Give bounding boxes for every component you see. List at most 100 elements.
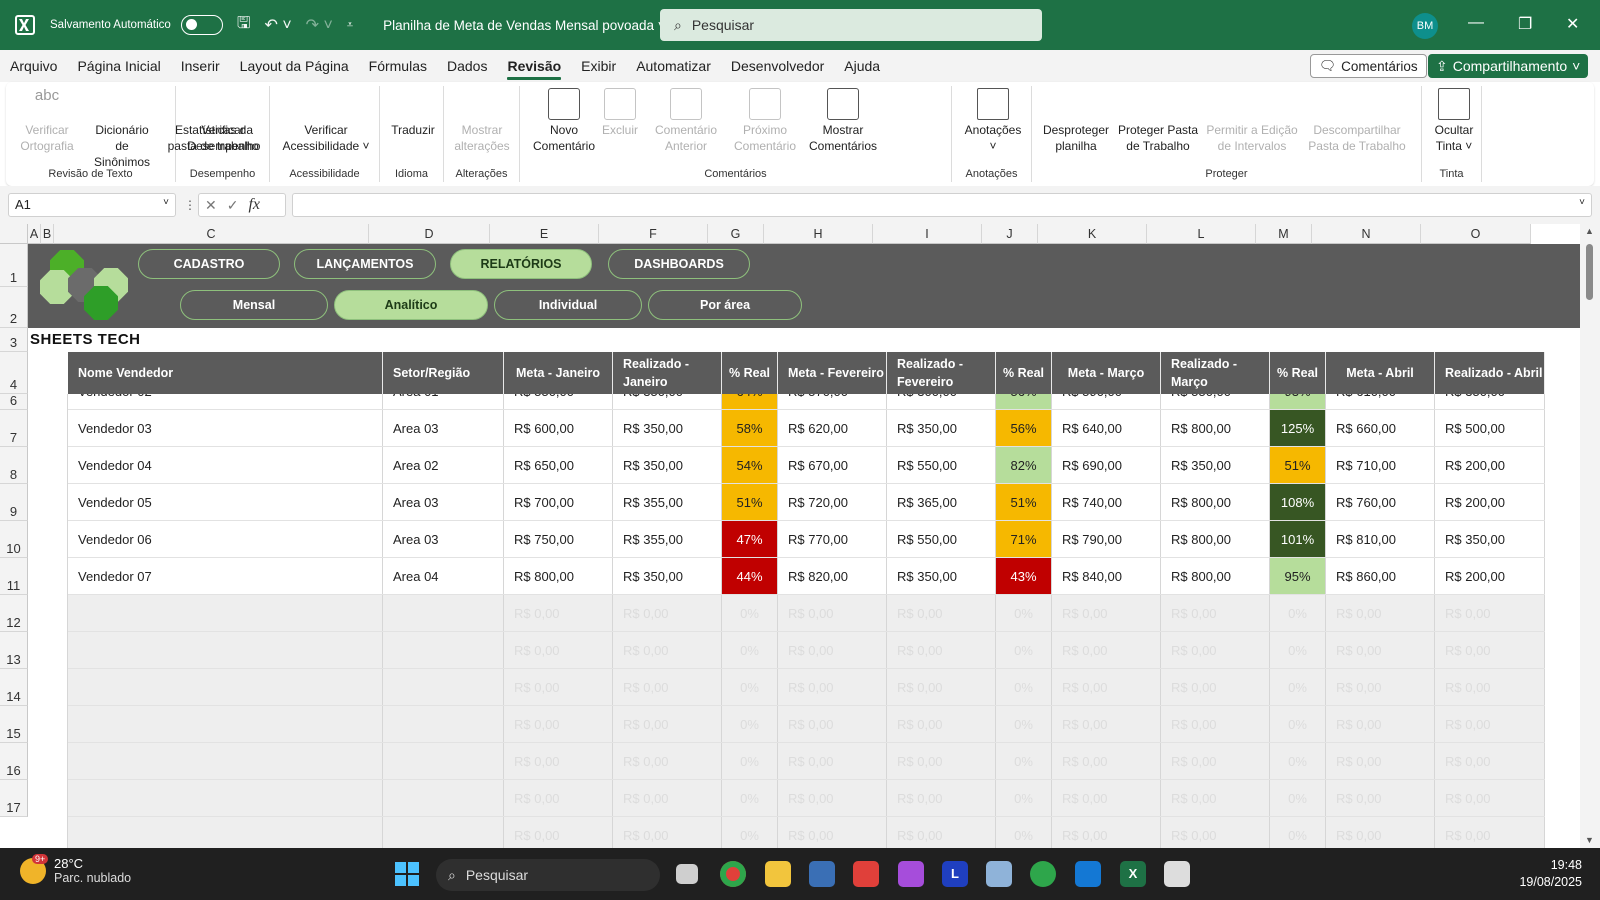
empty-cell[interactable]: R$ 0,00 [1326, 595, 1435, 631]
column-header-I[interactable]: I [873, 224, 982, 244]
empty-cell[interactable] [383, 632, 504, 668]
nav-button-0[interactable]: CADASTRO [138, 249, 280, 279]
menu-tab-1[interactable]: Página Inicial [67, 50, 170, 82]
enter-icon[interactable]: ✓ [227, 197, 239, 214]
row-header-15[interactable]: 15 [0, 706, 28, 743]
menu-tab-6[interactable]: Revisão [497, 50, 571, 82]
outlook-icon[interactable] [1075, 861, 1101, 887]
empty-cell[interactable] [68, 706, 383, 742]
table-cell[interactable]: R$ 355,00 [613, 484, 722, 520]
restore-icon[interactable]: ❐ [1518, 14, 1532, 34]
empty-cell[interactable]: R$ 0,00 [1161, 780, 1270, 816]
table-cell[interactable]: Area 02 [383, 447, 504, 483]
table-cell[interactable]: 43% [996, 558, 1052, 594]
ribbon-button-7-2[interactable]: Permitir a Edição de Intervalos [1204, 88, 1300, 344]
table-cell[interactable]: 101% [1270, 521, 1326, 557]
autosave-toggle[interactable] [180, 15, 223, 35]
empty-cell[interactable]: R$ 0,00 [504, 595, 613, 631]
ribbon-button-5-1[interactable]: Excluir [602, 88, 638, 138]
empty-cell[interactable]: 0% [1270, 669, 1326, 705]
table-cell[interactable]: R$ 760,00 [1326, 484, 1435, 520]
empty-cell[interactable]: 0% [722, 669, 778, 705]
empty-cell[interactable]: R$ 0,00 [1435, 632, 1545, 668]
redo-icon[interactable]: ↷ ˅ [306, 15, 333, 35]
column-header-E[interactable]: E [490, 224, 599, 244]
empty-cell[interactable]: 0% [996, 817, 1052, 848]
table-cell[interactable]: R$ 790,00 [1052, 521, 1161, 557]
empty-cell[interactable]: R$ 0,00 [1161, 632, 1270, 668]
table-cell[interactable]: R$ 350,00 [613, 447, 722, 483]
empty-cell[interactable]: R$ 0,00 [1435, 817, 1545, 848]
empty-cell[interactable]: 0% [996, 669, 1052, 705]
ribbon-button-8-0[interactable]: Ocultar Tinta ˅ [1426, 88, 1482, 154]
row-header-8[interactable]: 8 [0, 447, 28, 484]
table-cell[interactable]: Vendedor 06 [68, 521, 383, 557]
row-header-4[interactable]: 4 [0, 352, 28, 394]
empty-cell[interactable]: R$ 0,00 [778, 780, 887, 816]
scroll-down-icon[interactable]: ▼ [1585, 835, 1594, 845]
chrome-profile-icon[interactable] [1030, 861, 1056, 887]
user-avatar[interactable]: BM [1412, 13, 1438, 39]
table-cell[interactable]: R$ 550,00 [887, 447, 996, 483]
save-icon[interactable]: 🖫 [237, 12, 251, 39]
table-cell[interactable]: R$ 660,00 [1326, 410, 1435, 446]
empty-cell[interactable]: R$ 0,00 [1435, 743, 1545, 779]
table-cell[interactable]: 44% [722, 558, 778, 594]
table-cell[interactable]: R$ 740,00 [1052, 484, 1161, 520]
empty-cell[interactable]: R$ 0,00 [504, 669, 613, 705]
table-cell[interactable]: Vendedor 04 [68, 447, 383, 483]
comments-button[interactable]: 🗨 Comentários [1310, 54, 1427, 78]
empty-cell[interactable]: R$ 0,00 [1161, 669, 1270, 705]
column-header-O[interactable]: O [1421, 224, 1531, 244]
empty-cell[interactable] [68, 669, 383, 705]
empty-cell[interactable]: R$ 0,00 [1435, 780, 1545, 816]
subnav-button-2[interactable]: Individual [494, 290, 642, 320]
ribbon-button-4-0[interactable]: Mostrar alterações [448, 88, 516, 344]
empty-cell[interactable]: R$ 0,00 [1161, 817, 1270, 848]
subnav-button-0[interactable]: Mensal [180, 290, 328, 320]
table-cell[interactable]: Vendedor 03 [68, 410, 383, 446]
empty-cell[interactable] [383, 595, 504, 631]
ribbon-button-3-0[interactable]: Traduzir [386, 88, 440, 344]
empty-cell[interactable]: 0% [722, 595, 778, 631]
empty-cell[interactable]: 0% [1270, 595, 1326, 631]
table-cell[interactable]: R$ 800,00 [1161, 558, 1270, 594]
system-clock[interactable]: 19:48 19/08/2025 [1519, 857, 1582, 891]
subnav-button-3[interactable]: Por área [648, 290, 802, 320]
column-header-J[interactable]: J [982, 224, 1038, 244]
empty-cell[interactable]: R$ 0,00 [1326, 817, 1435, 848]
ribbon-button-0-0[interactable]: abc Verificar Ortografia [16, 88, 78, 154]
empty-cell[interactable]: 0% [722, 743, 778, 779]
empty-cell[interactable]: R$ 0,00 [504, 706, 613, 742]
empty-cell[interactable]: R$ 0,00 [504, 780, 613, 816]
empty-cell[interactable] [383, 780, 504, 816]
empty-cell[interactable] [68, 632, 383, 668]
empty-cell[interactable]: R$ 0,00 [1435, 706, 1545, 742]
table-cell[interactable]: R$ 355,00 [613, 521, 722, 557]
ribbon-button-7-1[interactable]: Proteger Pasta de Trabalho [1116, 88, 1200, 344]
empty-cell[interactable]: R$ 0,00 [1161, 706, 1270, 742]
cancel-icon[interactable]: ✕ [205, 197, 217, 214]
scroll-up-icon[interactable]: ▲ [1585, 226, 1594, 236]
menu-tab-2[interactable]: Inserir [171, 50, 230, 82]
task-view-icon[interactable] [676, 864, 698, 884]
row-header-3[interactable]: 3 [0, 328, 28, 352]
table-cell[interactable]: 125% [1270, 410, 1326, 446]
minimize-icon[interactable]: — [1468, 14, 1484, 32]
empty-cell[interactable]: R$ 0,00 [887, 743, 996, 779]
menu-tab-10[interactable]: Ajuda [834, 50, 890, 82]
app-icon[interactable] [809, 861, 835, 887]
column-header-A[interactable]: A [28, 224, 41, 244]
menu-tab-7[interactable]: Exibir [571, 50, 626, 82]
share-button[interactable]: ⇪ Compartilhamento ˅ [1428, 54, 1589, 78]
windows-start-icon[interactable] [395, 862, 419, 886]
empty-cell[interactable]: R$ 0,00 [778, 743, 887, 779]
table-cell[interactable]: R$ 800,00 [1161, 484, 1270, 520]
table-cell[interactable]: R$ 690,00 [1052, 447, 1161, 483]
table-cell[interactable]: R$ 200,00 [1435, 447, 1545, 483]
ribbon-button-7-3[interactable]: Descompartilhar Pasta de Trabalho [1302, 88, 1412, 344]
table-cell[interactable]: 54% [722, 447, 778, 483]
table-cell[interactable]: R$ 550,00 [887, 521, 996, 557]
table-cell[interactable]: R$ 200,00 [1435, 558, 1545, 594]
empty-cell[interactable]: 0% [722, 706, 778, 742]
